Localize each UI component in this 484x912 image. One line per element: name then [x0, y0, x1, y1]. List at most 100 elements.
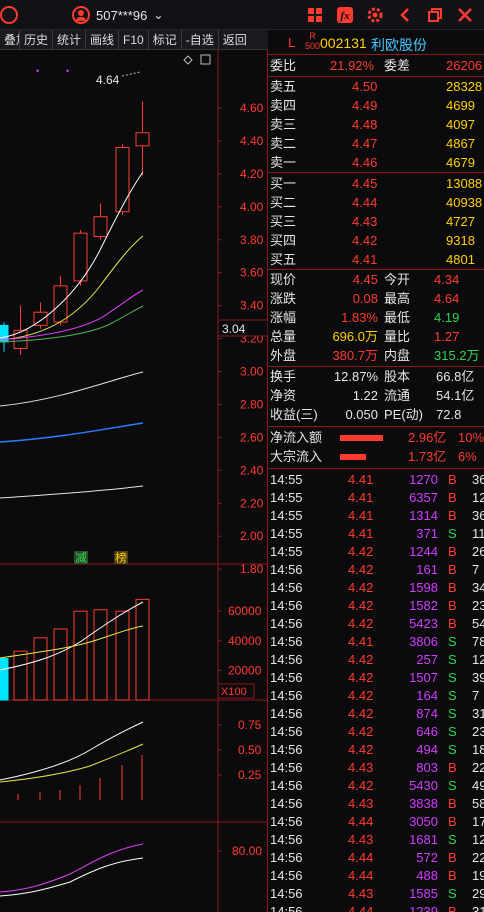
- volume-bar[interactable]: [73, 610, 88, 701]
- kline-svg[interactable]: 4.604.404.204.003.803.603.403.203.002.80…: [0, 50, 268, 912]
- tick-price: 4.42: [348, 616, 374, 631]
- close-icon[interactable]: [452, 3, 478, 27]
- candle[interactable]: [115, 147, 130, 213]
- ask-row[interactable]: 卖二 4.47 4867: [268, 135, 484, 153]
- bid-volume: 40938: [446, 195, 483, 210]
- ask-row[interactable]: 卖四 4.49 4699: [268, 97, 484, 115]
- tick-count: 125: [472, 490, 484, 505]
- volume-bar[interactable]: [13, 650, 28, 701]
- stock-code[interactable]: 002131: [320, 35, 367, 51]
- gear-icon[interactable]: [362, 3, 388, 27]
- restore-icon[interactable]: [422, 3, 448, 27]
- ask-row[interactable]: 卖一 4.46 4679: [268, 154, 484, 172]
- windows-icon[interactable]: [302, 3, 328, 27]
- tick-price: 4.42: [348, 778, 374, 793]
- volume-bar[interactable]: [115, 610, 130, 701]
- kline-chart[interactable]: 4.60 4.40 4.20 4.00 3.80 3.60 3.40 3.20 3.00 2.80…: [0, 50, 268, 912]
- divider: [268, 269, 484, 270]
- tick-price: 4.42: [348, 598, 374, 613]
- tick-row: 14:55 4.41 1314 B 36: [268, 507, 484, 525]
- tick-price: 4.44: [348, 814, 374, 829]
- tick-row: 14:56 4.42 1582 B 23: [268, 597, 484, 615]
- ask-row[interactable]: 卖五 4.50 28328: [268, 78, 484, 96]
- tick-side: B: [448, 508, 457, 523]
- app-icon[interactable]: [0, 6, 18, 24]
- toolbar-draw[interactable]: 画线: [86, 30, 120, 50]
- flow-percent: 10%: [458, 430, 484, 445]
- ask-price: 4.46: [352, 155, 378, 170]
- candle[interactable]: [93, 216, 108, 237]
- marker-jian[interactable]: 减: [75, 551, 87, 565]
- marker-bang[interactable]: 榜: [115, 550, 127, 565]
- tick-price: 4.43: [348, 760, 374, 775]
- toolbar-overlay[interactable]: 叠加: [0, 30, 20, 50]
- tick-price: 4.42: [348, 742, 374, 757]
- tick-time: 14:56: [270, 706, 303, 721]
- chevron-down-icon[interactable]: ⌄: [153, 8, 163, 22]
- volume-bar[interactable]: [135, 598, 150, 701]
- tick-count: 39: [472, 670, 484, 685]
- market-badge-sub: 500: [305, 41, 321, 51]
- candle[interactable]: [13, 329, 28, 349]
- volume-bar[interactable]: [33, 637, 48, 701]
- divider: [268, 172, 484, 173]
- weibi-label: 委比: [270, 58, 297, 73]
- box-icon[interactable]: [200, 54, 211, 65]
- toolbar-watchlist[interactable]: -自选: [182, 30, 219, 50]
- stat-label: 内盘: [384, 348, 411, 363]
- bid-price: 4.45: [352, 176, 378, 191]
- flow-row[interactable]: 净流入额 2.96亿 10%: [268, 429, 484, 447]
- ask-price: 4.49: [352, 98, 378, 113]
- stat-value: 696.0万: [332, 329, 378, 344]
- user-icon: [72, 6, 90, 24]
- tick-side: S: [448, 634, 457, 649]
- toolbar-history[interactable]: 历史: [20, 30, 54, 50]
- tick-volume: 3838: [409, 796, 438, 811]
- toolbar-mark[interactable]: 标记: [149, 30, 182, 50]
- tick-time: 14:56: [270, 724, 303, 739]
- bid-row[interactable]: 买一 4.45 13088: [268, 175, 484, 193]
- back-icon[interactable]: [392, 3, 418, 27]
- fx-icon[interactable]: fx: [332, 3, 358, 27]
- user-account[interactable]: 507***96 ⌄: [72, 4, 163, 26]
- tick-price: 4.42: [348, 724, 374, 739]
- tick-count: 23: [472, 598, 484, 613]
- weibi-row: 委比 21.92% 委差 26206: [268, 57, 484, 75]
- bid-row[interactable]: 买五 4.41 4801: [268, 251, 484, 269]
- bid-row[interactable]: 买四 4.42 9318: [268, 232, 484, 250]
- toolbar-f10[interactable]: F10: [119, 30, 149, 50]
- ask-row[interactable]: 卖三 4.48 4097: [268, 116, 484, 134]
- price-tick-label: 3.00: [240, 365, 264, 379]
- divider: [268, 76, 484, 77]
- tick-side: B: [448, 580, 457, 595]
- stock-name[interactable]: 利欧股份: [371, 35, 427, 55]
- candle[interactable]: [135, 132, 150, 147]
- tick-count: 17: [472, 814, 484, 829]
- stat2-value: 54.1亿: [436, 388, 475, 403]
- toolbar-stats[interactable]: 统计: [53, 30, 87, 50]
- bid-row[interactable]: 买二 4.44 40938: [268, 194, 484, 212]
- toolbar-back[interactable]: 返回: [219, 30, 251, 50]
- diamond-icon[interactable]: [183, 55, 193, 65]
- tick-side: B: [448, 616, 457, 631]
- tick-volume: 1239: [409, 904, 438, 912]
- tick-time: 14:55: [270, 544, 303, 559]
- stat-value: 4.19: [434, 310, 460, 325]
- volume-bar[interactable]: [53, 628, 68, 701]
- price-tick-label: 4.00: [240, 200, 264, 214]
- flow-label: 净流入额: [270, 430, 323, 445]
- stat-label: 涨跌: [270, 291, 297, 306]
- volume-bar[interactable]: [93, 609, 108, 701]
- flow-row[interactable]: 大宗流入 1.73亿 6%: [268, 448, 484, 466]
- tick-time: 14:55: [270, 472, 303, 487]
- candle[interactable]: [73, 232, 88, 282]
- market-badge-r: R: [309, 31, 316, 41]
- stat-value: 0.08: [352, 291, 378, 306]
- volume-bar[interactable]: [0, 658, 9, 701]
- tick-price: 4.41: [348, 508, 374, 523]
- bid-row[interactable]: 买三 4.43 4727: [268, 213, 484, 231]
- tick-row: 14:56 4.43 803 B 22: [268, 759, 484, 777]
- stat-value: 4.64: [434, 291, 460, 306]
- ask-label: 卖五: [270, 79, 297, 94]
- bid-label: 买五: [270, 252, 297, 267]
